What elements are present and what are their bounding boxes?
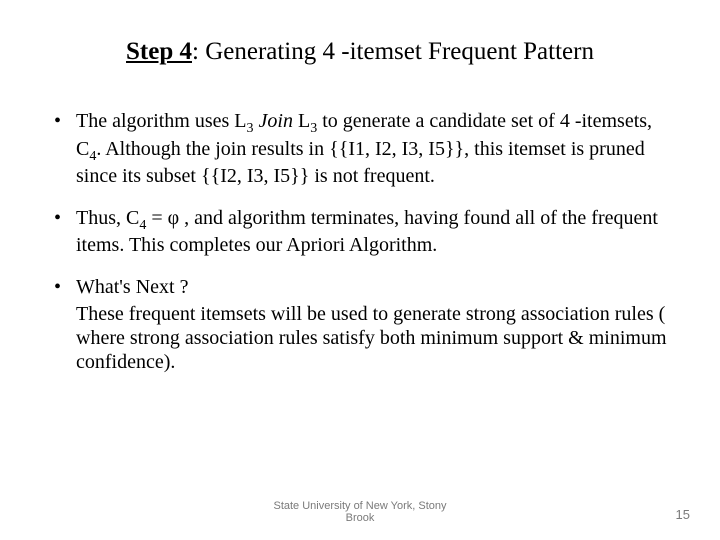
footer-line1: State University of New York, Stony — [273, 500, 446, 512]
page-number: 15 — [676, 507, 690, 522]
bullet-3-continuation: These frequent itemsets will be used to … — [48, 303, 672, 374]
title-rest: : Generating 4 -itemset Frequent Pattern — [192, 38, 594, 65]
bullet-list: The algorithm uses L3 Join L3 to generat… — [48, 110, 672, 299]
footer-org: State University of New York, Stony Broo… — [0, 500, 720, 524]
phi-symbol: φ — [168, 207, 180, 229]
bullet-2: Thus, C4 = φ , and algorithm terminates,… — [48, 207, 672, 258]
slide-title: Step 4: Generating 4 -itemset Frequent P… — [48, 38, 672, 66]
text: . Although the join results in {{I1, I2,… — [76, 138, 645, 188]
text: These frequent itemsets will be used to … — [76, 303, 667, 372]
text: = — [146, 207, 167, 229]
subscript: 3 — [247, 121, 254, 136]
text-italic: Join — [259, 110, 293, 132]
bullet-1: The algorithm uses L3 Join L3 to generat… — [48, 110, 672, 189]
step-label: Step 4 — [126, 38, 192, 65]
bullet-3: What's Next ? — [48, 276, 672, 300]
footer-line2: Brook — [346, 512, 375, 524]
text: What's Next ? — [76, 276, 188, 298]
text: L — [293, 110, 310, 132]
text: Thus, C — [76, 207, 139, 229]
text: The algorithm uses L — [76, 110, 247, 132]
